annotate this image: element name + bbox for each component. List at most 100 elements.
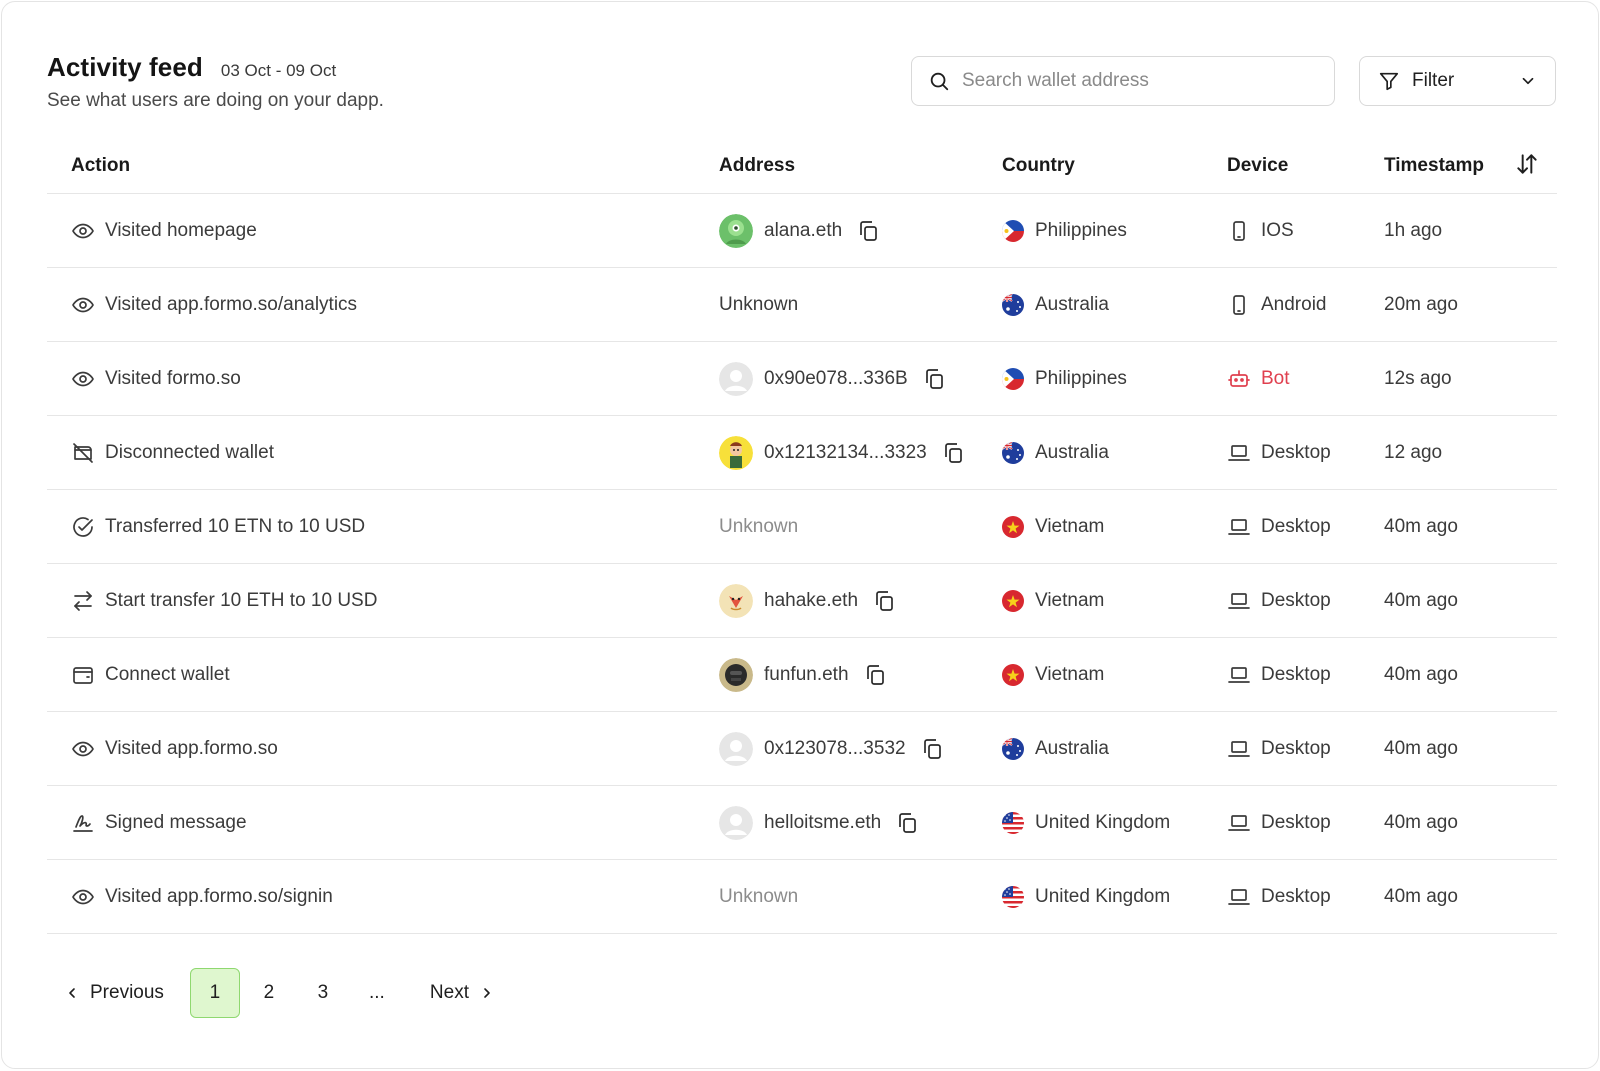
device-cell: Desktop [1227, 712, 1331, 785]
avatar [719, 435, 753, 470]
wallet-address: Unknown [719, 293, 799, 315]
laptop-icon [1228, 444, 1250, 461]
signature-icon [73, 814, 93, 832]
filter-dropdown[interactable]: Filter [1359, 56, 1556, 106]
timestamp: 1h ago [1384, 219, 1443, 241]
flag-icon [1002, 589, 1024, 612]
country-name: Australia [1035, 737, 1109, 759]
copy-icon[interactable] [941, 441, 965, 465]
wallet-address: 0x90e078...336B [764, 367, 908, 389]
device-name: Desktop [1261, 663, 1331, 685]
avatar [719, 657, 753, 692]
table-row[interactable]: Connect wallet funfun.eth Vietnam Desktop 40… [47, 638, 1557, 712]
device-name: IOS [1261, 219, 1294, 241]
flag-icon [1002, 441, 1024, 464]
timestamp: 20m ago [1384, 293, 1458, 315]
eye-icon [72, 223, 94, 238]
search-icon [930, 72, 949, 91]
flag-icon [1002, 737, 1024, 760]
country-name: Vietnam [1035, 663, 1105, 685]
flag-icon [1002, 885, 1024, 908]
table-row[interactable]: Visited formo.so 0x90e078...336B Philippin… [47, 342, 1557, 416]
device-name: Desktop [1261, 885, 1331, 907]
swap-arrows-icon [74, 590, 92, 611]
bot-icon [1228, 369, 1250, 387]
table-row[interactable]: Visited app.formo.so 0x123078...3532 Austr… [47, 712, 1557, 786]
laptop-icon [1228, 888, 1250, 905]
copy-icon[interactable] [895, 811, 919, 835]
previous-label: Previous [90, 982, 164, 1003]
eye-icon [72, 741, 94, 756]
action-cell: Disconnected wallet [71, 416, 274, 489]
table-row[interactable]: Visited app.formo.so/signin Unknown United… [47, 860, 1557, 934]
title-row: Activity feed 03 Oct - 09 Oct [47, 52, 336, 83]
country-name: Australia [1035, 441, 1109, 463]
copy-icon[interactable] [856, 219, 880, 243]
country-name: Vietnam [1035, 515, 1105, 537]
address-cell: 0x123078...3532 [719, 712, 944, 785]
wallet-address: Unknown [719, 885, 799, 907]
country-name: Australia [1035, 293, 1109, 315]
action-text: Visited app.formo.so/analytics [105, 293, 358, 315]
timestamp: 40m ago [1384, 589, 1458, 611]
laptop-icon [1228, 518, 1250, 535]
timestamp: 40m ago [1384, 515, 1458, 537]
action-cell: Visited formo.so [71, 342, 241, 415]
page-button-2[interactable]: 2 [244, 968, 294, 1018]
action-text: Visited formo.so [105, 367, 241, 389]
wallet-address: funfun.eth [764, 663, 849, 685]
flag-icon [1002, 219, 1024, 242]
copy-icon[interactable] [863, 663, 887, 687]
timestamp: 40m ago [1384, 663, 1458, 685]
filter-icon [1379, 72, 1399, 91]
flag-icon [1002, 293, 1024, 316]
address-cell: 0x90e078...336B [719, 342, 946, 415]
action-cell: Visited app.formo.so/signin [71, 860, 333, 933]
table-row[interactable]: Disconnected wallet 0x12132134...3323 Aust… [47, 416, 1557, 490]
address-cell: alana.eth [719, 194, 880, 267]
device-name: Android [1261, 293, 1327, 315]
column-header-action: Action [71, 155, 131, 176]
eye-icon [72, 371, 94, 386]
flag-icon [1002, 367, 1024, 390]
timestamp: 40m ago [1384, 811, 1458, 833]
device-cell: Bot [1227, 342, 1290, 415]
table-row[interactable]: Visited app.formo.so/analytics Unknown Aus… [47, 268, 1557, 342]
date-range: 03 Oct - 09 Oct [220, 61, 337, 80]
previous-button[interactable]: Previous [64, 982, 164, 1004]
country-name: United Kingdom [1035, 885, 1171, 907]
table-row[interactable]: Signed message helloitsme.eth United Kingd… [47, 786, 1557, 860]
next-label: Next [429, 982, 469, 1003]
country-cell: United Kingdom [1002, 786, 1170, 859]
table-row[interactable]: Start transfer 10 ETH to 10 USD hahake.et… [47, 564, 1557, 638]
wallet-address: Unknown [719, 515, 799, 537]
country-cell: Vietnam [1002, 638, 1104, 711]
search-box[interactable] [911, 56, 1335, 106]
copy-icon[interactable] [920, 737, 944, 761]
device-name: Desktop [1261, 737, 1331, 759]
check-circle-icon [73, 516, 93, 537]
action-text: Start transfer 10 ETH to 10 USD [105, 589, 378, 611]
column-header-device: Device [1227, 155, 1289, 176]
address-cell: Unknown [719, 490, 798, 563]
wallet-address: helloitsme.eth [764, 811, 882, 833]
wallet-address: 0x123078...3532 [764, 737, 906, 759]
action-cell: Visited app.formo.so/analytics [71, 268, 357, 341]
chevron-right-icon [484, 988, 490, 998]
column-header-country: Country [1002, 155, 1075, 176]
copy-icon[interactable] [922, 367, 946, 391]
page-button-3[interactable]: 3 [298, 968, 348, 1018]
laptop-icon [1228, 740, 1250, 757]
next-button[interactable]: Next [430, 982, 495, 1004]
pagination: Previous 1 2 3 ... Next [64, 968, 495, 1018]
device-name: Desktop [1261, 515, 1331, 537]
table-row[interactable]: Visited homepage alana.eth Philippines IOS 1… [47, 194, 1557, 268]
device-cell: Desktop [1227, 564, 1331, 637]
copy-icon[interactable] [872, 589, 896, 613]
page-button-1[interactable]: 1 [189, 968, 240, 1018]
search-input[interactable] [962, 70, 1322, 92]
table-row[interactable]: Transferred 10 ETN to 10 USD Unknown Vietn… [47, 490, 1557, 564]
sort-icon[interactable] [1514, 151, 1540, 177]
device-cell: Android [1227, 268, 1327, 341]
country-name: United Kingdom [1035, 811, 1171, 833]
